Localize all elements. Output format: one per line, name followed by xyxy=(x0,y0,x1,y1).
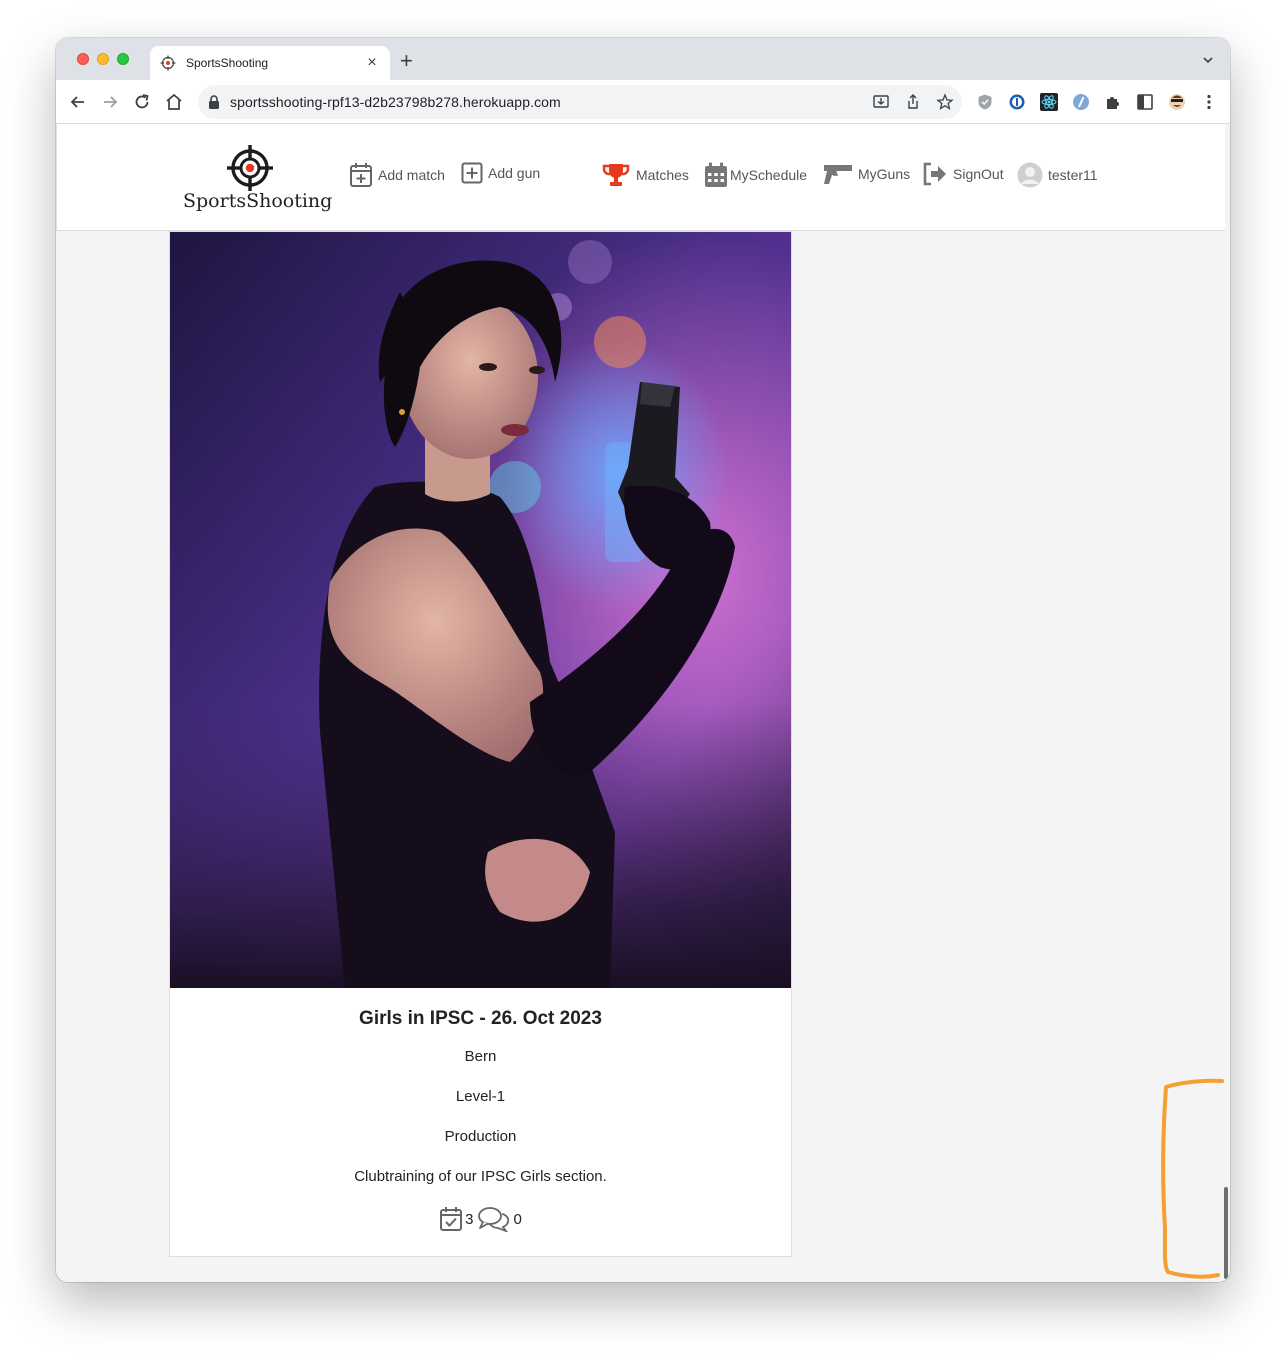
address-bar[interactable]: sportsshooting-rpf13-d2b23798b278.heroku… xyxy=(198,85,962,119)
nav-add-match-label: Add match xyxy=(378,167,445,183)
match-card[interactable]: Girls in IPSC - 26. Oct 2023 Bern Level-… xyxy=(169,231,792,1257)
nav-signout-label: SignOut xyxy=(953,166,1004,182)
password-manager-icon[interactable] xyxy=(1008,93,1026,111)
install-app-icon[interactable] xyxy=(872,93,890,111)
calendar-plus-icon xyxy=(350,163,372,187)
match-title[interactable]: Girls in IPSC - 26. Oct 2023 xyxy=(170,1008,791,1030)
tab-close-icon[interactable]: × xyxy=(364,55,380,71)
url-text[interactable]: sportsshooting-rpf13-d2b23798b278.heroku… xyxy=(230,94,561,110)
crosshair-logo-icon xyxy=(227,145,273,191)
side-panel-icon[interactable] xyxy=(1136,93,1154,111)
nav-myguns[interactable]: MyGuns xyxy=(823,162,910,186)
match-photo-illustration xyxy=(170,232,791,988)
sign-out-icon xyxy=(923,162,946,186)
more-options-icon[interactable] xyxy=(1200,93,1218,111)
compass-extension-icon[interactable] xyxy=(1072,93,1090,111)
trophy-icon xyxy=(602,164,630,186)
nav-profile[interactable]: tester11 xyxy=(1017,162,1098,188)
match-level: Level-1 xyxy=(455,1088,506,1105)
react-devtools-icon[interactable] xyxy=(1040,93,1058,111)
comments-count: 0 xyxy=(513,1210,522,1228)
annotation-bracket-mark xyxy=(1161,1078,1224,1279)
plus-square-icon xyxy=(461,162,483,184)
calendar-icon xyxy=(705,162,727,187)
forward-arrow-icon[interactable] xyxy=(100,92,120,112)
tab-strip: SportsShooting × + xyxy=(56,38,1230,80)
puzzle-extensions-icon[interactable] xyxy=(1104,93,1122,111)
shield-extension-icon[interactable] xyxy=(976,93,994,111)
attendees-count: 3 xyxy=(465,1210,474,1228)
nav-matches-label: Matches xyxy=(636,167,689,183)
back-arrow-icon[interactable] xyxy=(68,92,88,112)
profile-avatar-icon[interactable] xyxy=(1168,93,1186,111)
nav-myschedule[interactable]: MySchedule xyxy=(704,162,807,188)
tab-title: SportsShooting xyxy=(186,56,269,70)
nav-add-gun-label: Add gun xyxy=(488,165,541,181)
browser-toolbar: sportsshooting-rpf13-d2b23798b278.heroku… xyxy=(56,80,1230,124)
browser-window: SportsShooting × + sportsshooting-rpf13-… xyxy=(56,38,1230,1282)
match-image[interactable] xyxy=(170,232,791,988)
calendar-check-icon[interactable] xyxy=(439,1206,463,1232)
share-icon[interactable] xyxy=(904,93,922,111)
nav-profile-username: tester11 xyxy=(1048,167,1098,183)
nav-add-gun[interactable]: Add gun xyxy=(461,162,540,184)
browser-tab-active[interactable]: SportsShooting × xyxy=(150,46,390,80)
match-stats: 3 0 xyxy=(170,1206,791,1232)
home-icon[interactable] xyxy=(164,92,184,112)
nav-matches[interactable]: Matches xyxy=(601,162,689,188)
site-logo[interactable]: SportsShooting xyxy=(183,140,333,218)
new-tab-button[interactable]: + xyxy=(400,50,413,72)
chevron-down-icon[interactable] xyxy=(1202,54,1214,66)
comments-icon[interactable] xyxy=(477,1206,511,1232)
nav-add-match[interactable]: Add match xyxy=(349,162,445,188)
nav-signout[interactable]: SignOut xyxy=(922,162,1004,186)
lock-icon[interactable] xyxy=(208,95,220,109)
maximize-window-button[interactable] xyxy=(117,53,129,65)
match-location: Bern xyxy=(464,1048,497,1065)
nav-myschedule-label: MySchedule xyxy=(730,167,808,183)
target-favicon-icon xyxy=(160,55,176,71)
match-division: Production xyxy=(444,1128,517,1145)
bookmark-star-icon[interactable] xyxy=(936,93,954,111)
logo-text: SportsShooting xyxy=(183,190,333,212)
nav-myguns-label: MyGuns xyxy=(858,166,911,182)
gun-icon xyxy=(824,165,852,184)
site-navbar: SportsShooting Add match Add gun Matches… xyxy=(56,124,1225,231)
reload-icon[interactable] xyxy=(132,92,152,112)
match-description: Clubtraining of our IPSC Girls section. xyxy=(354,1168,607,1185)
avatar-icon xyxy=(1017,162,1043,188)
page-viewport: SportsShooting Add match Add gun Matches… xyxy=(56,124,1230,1282)
minimize-window-button[interactable] xyxy=(97,53,109,65)
close-window-button[interactable] xyxy=(77,53,89,65)
